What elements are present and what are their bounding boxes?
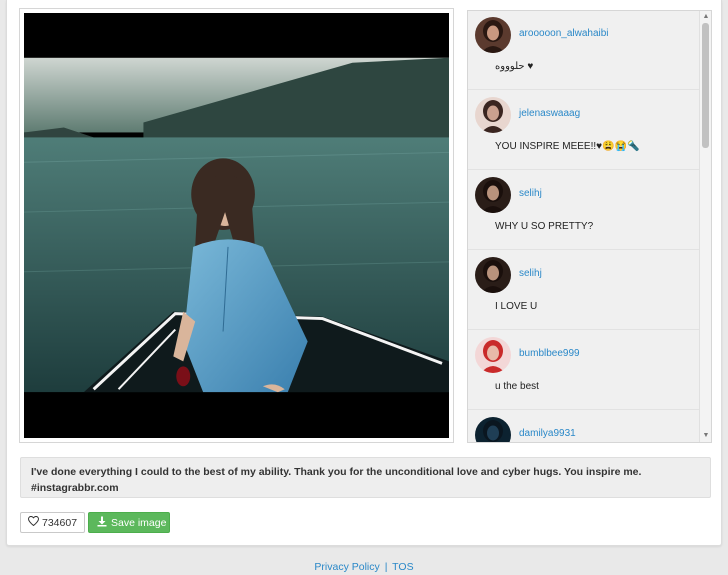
comment-text: u the best [495,381,539,392]
avatar[interactable] [475,417,511,442]
comment-username[interactable]: selihj [519,268,542,279]
comment-item: arooooon_alwahaibi حلوووه ♥ [468,11,700,90]
comment-text: WHY U SO PRETTY? [495,221,594,232]
comment-item: damilya9931 [468,411,700,442]
post-caption: I've done everything I could to the best… [20,457,711,498]
privacy-policy-link[interactable]: Privacy Policy [314,561,379,573]
download-icon [97,516,107,530]
comment-item: bumblbee999 u the best [468,331,700,410]
comment-text: YOU INSPIRE MEEE!!♥😩😭🔦 [495,141,640,152]
caption-text: I've done everything I could to the best… [31,466,642,478]
post-photo[interactable] [24,13,449,438]
comment-item: jelenaswaaag YOU INSPIRE MEEE!!♥😩😭🔦 [468,91,700,170]
comment-item: selihj I LOVE U [468,251,700,330]
footer: Privacy Policy | TOS [0,561,728,573]
comment-username[interactable]: selihj [519,188,542,199]
scroll-down-icon[interactable]: ▼ [702,432,710,440]
heart-icon [27,515,40,529]
photo-image [24,13,449,438]
scroll-up-icon[interactable]: ▲ [702,13,710,21]
comment-username[interactable]: bumblbee999 [519,348,580,359]
save-image-button[interactable]: Save image [88,512,170,533]
comment-item: selihj WHY U SO PRETTY? [468,171,700,250]
post-card: arooooon_alwahaibi حلوووه ♥ jelenaswaaag YO… [6,0,722,546]
likes-count: 734607 [42,516,78,529]
scroll-thumb[interactable] [702,23,709,148]
tos-link[interactable]: TOS [392,561,413,573]
comments-panel[interactable]: arooooon_alwahaibi حلوووه ♥ jelenaswaaag YO… [467,10,712,443]
comment-username[interactable]: arooooon_alwahaibi [519,28,609,39]
avatar[interactable] [475,97,511,133]
likes-button[interactable]: 734607 [20,512,85,533]
comment-text: I LOVE U [495,301,538,312]
avatar[interactable] [475,257,511,293]
comments-scrollbar[interactable]: ▲ ▼ [699,11,711,442]
footer-separator: | [384,561,388,573]
comment-text: حلوووه ♥ [495,61,534,72]
comment-username[interactable]: damilya9931 [519,428,576,439]
post-photo-frame [19,8,454,443]
comment-username[interactable]: jelenaswaaag [519,108,580,119]
avatar[interactable] [475,337,511,373]
save-image-label: Save image [111,516,167,529]
avatar[interactable] [475,17,511,53]
caption-hashtag[interactable]: #instagrabbr.com [31,480,700,496]
avatar[interactable] [475,177,511,213]
